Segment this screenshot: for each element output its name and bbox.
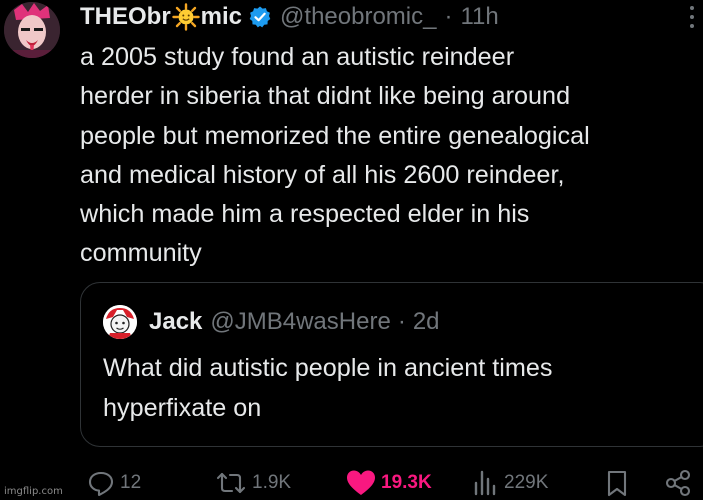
quote-author-avatar[interactable]	[103, 305, 137, 339]
share-button[interactable]	[663, 466, 693, 500]
tweet-text-line: herder in siberia that didnt like being …	[80, 82, 571, 111]
quote-text-line: hyperfixate on	[103, 393, 262, 422]
author-avatar[interactable]	[4, 2, 60, 58]
tweet-text-line: a 2005 study found an autistic reindeer	[80, 43, 515, 71]
quote-timestamp[interactable]: 2d	[413, 308, 440, 336]
heart-icon	[347, 470, 375, 495]
more-options-icon[interactable]	[689, 6, 695, 28]
reply-button[interactable]: 12	[86, 466, 141, 500]
quote-header: Jack @JMB4wasHere · 2d	[149, 303, 440, 341]
share-icon	[665, 469, 691, 497]
quote-text: What did autistic people in ancient time…	[103, 349, 552, 428]
tweet-text-line: which made him a respected elder in his	[80, 200, 530, 229]
quote-author-name[interactable]: Jack	[149, 308, 202, 336]
like-button[interactable]: 19.3K	[345, 466, 432, 500]
tweet-text: a 2005 study found an autistic reindeer …	[80, 38, 703, 274]
views-chart-icon	[474, 470, 496, 496]
tweet-timestamp[interactable]: 11h	[460, 3, 498, 31]
action-bar: 12 1.9K 19.3K 229K	[0, 466, 703, 500]
views-button[interactable]: 229K	[470, 466, 548, 500]
repost-count: 1.9K	[252, 472, 292, 493]
repost-icon	[216, 472, 246, 494]
like-count: 19.3K	[381, 472, 432, 493]
tweet-text-line: community	[80, 239, 202, 268]
author-name[interactable]: THEObr mic	[80, 3, 242, 31]
reply-icon	[88, 471, 114, 497]
verified-badge-icon[interactable]	[248, 5, 272, 29]
quote-text-line: What did autistic people in ancient time…	[103, 354, 553, 382]
tweet-text-line: people but memorized the entire genealog…	[80, 121, 590, 150]
quote-tweet-card[interactable]: Jack @JMB4wasHere · 2d What did autistic…	[80, 282, 703, 447]
views-count: 229K	[504, 472, 549, 493]
separator-dot: ·	[397, 308, 406, 335]
quote-avatar-image	[103, 305, 137, 339]
bookmark-icon	[607, 470, 627, 497]
tweet-text-line: and medical history of all his 2600 rein…	[80, 160, 565, 189]
reply-count: 12	[120, 472, 142, 493]
sun-with-face-icon	[171, 3, 200, 31]
separator-dot: ·	[444, 3, 453, 30]
repost-button[interactable]: 1.9K	[214, 466, 291, 500]
author-handle[interactable]: @theobromic_	[280, 3, 436, 31]
bookmark-button[interactable]	[604, 466, 630, 500]
avatar-image	[4, 2, 60, 58]
tweet-header: THEObr mic @theobromic_ · 11h	[80, 0, 499, 34]
watermark: imgflip.com	[4, 486, 63, 497]
quote-author-handle[interactable]: @JMB4wasHere	[210, 308, 390, 336]
